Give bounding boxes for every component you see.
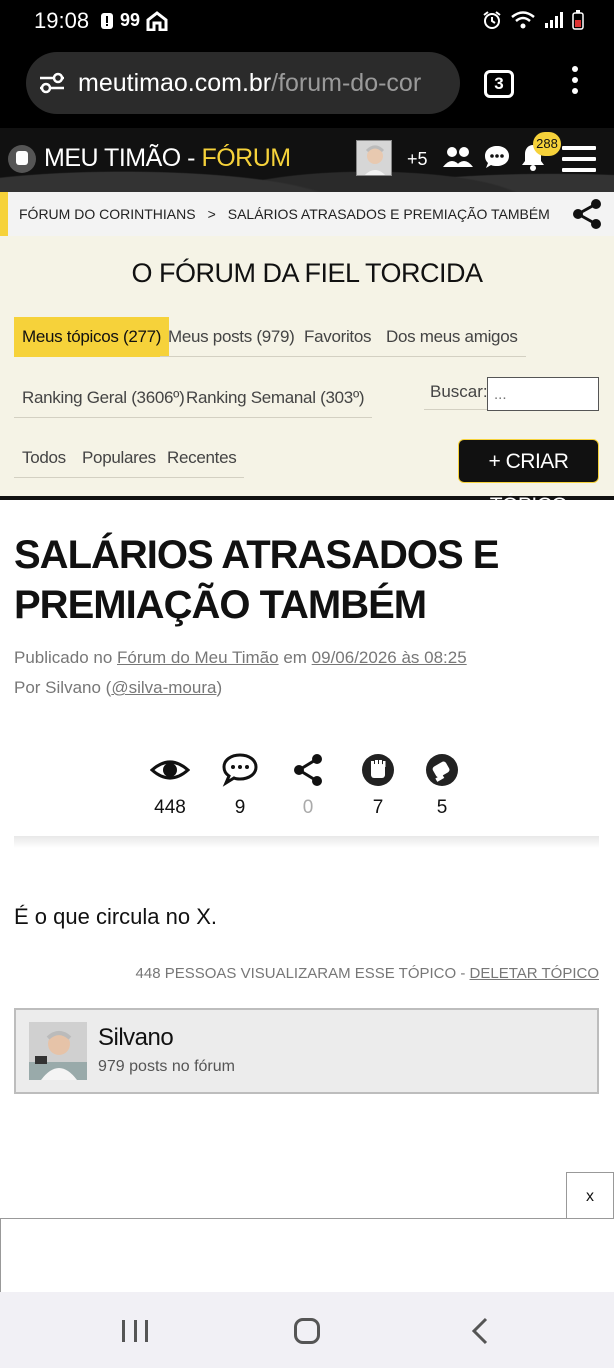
hamburger-menu-icon[interactable] [562, 146, 596, 172]
share-icon[interactable] [570, 197, 604, 231]
signal-icon [545, 12, 563, 28]
home-icon[interactable] [294, 1318, 320, 1344]
url-text[interactable]: meutimao.com.br/forum-do-cor [78, 69, 421, 98]
likes-count: 7 [372, 797, 384, 818]
share-icon [294, 754, 322, 786]
friends-icon[interactable] [442, 146, 474, 168]
ad-banner[interactable] [0, 1218, 614, 1292]
breadcrumb: FÓRUM DO CORINTHIANS > SALÁRIOS ATRASADO… [0, 192, 614, 236]
fist-up-icon [362, 754, 394, 786]
notifications-badge: 288 [533, 132, 561, 156]
divider [14, 836, 599, 848]
delete-topic-link[interactable]: DELETAR TÓPICO [470, 965, 599, 982]
breadcrumb-root-link[interactable]: FÓRUM DO CORINTHIANS [19, 206, 196, 222]
browser-toolbar: meutimao.com.br/forum-do-cor 3 [0, 44, 614, 128]
author-posts: 979 posts no fórum [98, 1058, 235, 1075]
date-link[interactable]: 09/06/2026 às 08:25 [312, 648, 467, 667]
stat-shares[interactable]: 0 [278, 752, 338, 819]
forum-menu: O FÓRUM DA FIEL TORCIDA Meus tópicos (27… [0, 236, 614, 517]
stat-dislikes[interactable]: 5 [412, 752, 472, 819]
forum-title: O FÓRUM DA FIEL TORCIDA [131, 258, 483, 288]
user-avatar[interactable] [356, 140, 392, 176]
comments-count: 9 [234, 797, 246, 818]
eye-icon [149, 760, 191, 780]
topic-author-line: Por Silvano (@silva-moura) [14, 678, 223, 697]
breadcrumb-current: SALÁRIOS ATRASADOS E PREMIAÇÃO TAMBÉM [227, 206, 550, 222]
user-profile-link[interactable]: @silva-moura [111, 678, 216, 697]
fist-logo-icon [8, 144, 36, 173]
search-input[interactable] [487, 377, 599, 411]
topic-published-line: Publicado no Fórum do Meu Timão em 09/06… [14, 648, 467, 667]
author-photo-icon [29, 1022, 87, 1080]
site-logo[interactable]: MEU TIMÃO - FÓRUM [8, 144, 291, 173]
stat-likes[interactable]: 7 [348, 752, 408, 819]
tab-ranking-general[interactable]: Ranking Geral (3606º) [14, 378, 193, 418]
topic-body: É o que circula no X. [14, 904, 218, 929]
create-topic-button[interactable]: + CRIAR TÓPICO [458, 439, 599, 517]
status-time: 19:08 [34, 8, 90, 33]
messages-icon[interactable] [484, 144, 510, 170]
site-header: MEU TIMÃO - FÓRUM +5 [0, 128, 614, 192]
tab-favorites[interactable]: Favoritos [296, 317, 380, 357]
url-bar[interactable]: meutimao.com.br/forum-do-cor [26, 52, 460, 114]
tab-ranking-weekly[interactable]: Ranking Semanal (303º) [178, 378, 373, 418]
dislikes-count: 5 [436, 797, 448, 818]
tab-all[interactable]: Todos [14, 438, 74, 478]
author-avatar[interactable] [29, 1022, 87, 1080]
comment-icon [222, 753, 258, 787]
tab-friends[interactable]: Dos meus amigos [378, 317, 526, 357]
tab-my-posts[interactable]: Meus posts (979) [160, 317, 303, 357]
notif-count: 99 [120, 10, 141, 30]
back-icon[interactable] [470, 1316, 490, 1346]
tab-switcher-button[interactable]: 3 [484, 70, 514, 98]
ad-close-button[interactable]: x [566, 1172, 614, 1220]
home-notification-icon [146, 10, 168, 31]
alarm-icon [483, 11, 501, 29]
topic-title: SALÁRIOS ATRASADOS E PREMIAÇÃO TAMBÉM [14, 533, 499, 627]
fist-down-icon [426, 754, 458, 786]
tab-popular[interactable]: Populares [74, 438, 164, 478]
author-name[interactable]: Silvano [98, 1024, 174, 1052]
system-nav-bar [0, 1292, 614, 1368]
avatar-photo-icon [357, 141, 391, 175]
browser-menu-icon[interactable] [566, 66, 584, 102]
status-bar: 19:08 99 [0, 0, 614, 44]
battery-icon [572, 10, 584, 30]
recents-icon[interactable] [122, 1320, 148, 1342]
stat-views: 448 [140, 752, 200, 819]
tab-recent[interactable]: Recentes [159, 438, 245, 478]
stat-comments[interactable]: 9 [210, 752, 270, 819]
shares-count: 0 [302, 797, 314, 818]
alert-notification-icon [101, 12, 113, 29]
forum-link[interactable]: Fórum do Meu Timão [117, 648, 279, 667]
search-label: Buscar: [424, 374, 494, 410]
topic-stats: 448 9 0 7 5 [140, 752, 470, 822]
views-line: 448 PESSOAS VISUALIZARAM ESSE TÓPICO - D… [135, 965, 599, 982]
tab-my-topics[interactable]: Meus tópicos (277) [14, 317, 170, 357]
wifi-icon [511, 11, 535, 29]
site-settings-icon[interactable] [38, 72, 66, 94]
views-count: 448 [154, 797, 186, 818]
extra-count[interactable]: +5 [407, 149, 428, 170]
breadcrumb-separator: > [207, 206, 216, 222]
author-card[interactable]: Silvano 979 posts no fórum [14, 1008, 599, 1094]
